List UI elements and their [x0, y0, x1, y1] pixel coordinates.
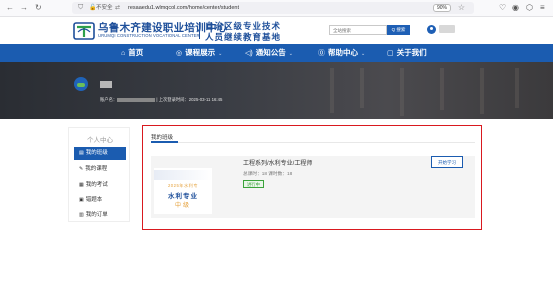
nav-about-label: 关于我们: [396, 48, 427, 57]
header-divider: [199, 22, 200, 39]
address-bar[interactable]: ⛉ 🔓 不安全 ⇄ resaaedu1.wlmqcol.com/home/cen…: [72, 2, 474, 14]
sidebar-item-my-exams[interactable]: ▦ 我的考试: [74, 179, 126, 192]
tab-my-class[interactable]: 我的班级: [151, 133, 173, 141]
insecure-label[interactable]: 不安全: [96, 2, 113, 14]
thumbnail-level: 中级: [174, 203, 191, 209]
sidebar-item-my-class[interactable]: ▤ 我的班级: [74, 147, 126, 160]
bookshelf-decoration: [440, 68, 444, 110]
sidebar-item-my-courses[interactable]: ✎ 我的课程: [74, 163, 126, 176]
home-icon: ⌂: [121, 50, 126, 57]
profile-banner: 账户名： | 上次登录时间：2025-03-11 16:45: [0, 62, 553, 119]
courses-icon: ✎: [79, 166, 84, 172]
sidebar-title: 个人中心: [87, 137, 113, 144]
course-name[interactable]: 工程系列/水利专业/工程师: [243, 158, 312, 167]
search-input[interactable]: [329, 25, 387, 35]
user-name-redacted[interactable]: [439, 25, 455, 33]
nav-courses[interactable]: ◎ 课程展示 ⌄: [176, 44, 222, 62]
nav-notices-label: 通知公告: [255, 48, 286, 57]
sidebar-item-label: 我的班级: [85, 150, 108, 156]
start-learning-button[interactable]: 开始学习: [431, 156, 463, 168]
account-info: 账户名： | 上次登录时间：2025-03-11 16:45: [100, 97, 222, 103]
menu-icon[interactable]: ≡: [540, 2, 545, 14]
main-navigation: ⌂ 首页 ◎ 课程展示 ⌄ ◁) 通知公告 ⌄ ⓪ 帮助中心 ⌄ ▢ 关于我们: [0, 44, 553, 62]
extensions-icon[interactable]: ⬡: [526, 2, 533, 14]
back-arrow-icon[interactable]: ←: [6, 2, 14, 14]
shield-icon[interactable]: ⛉: [78, 2, 83, 14]
nav-notices[interactable]: ◁) 通知公告 ⌄: [245, 44, 293, 62]
thumbnail-decoration: [154, 170, 212, 180]
courses-icon: ◎: [176, 50, 183, 57]
account-icon[interactable]: ◉: [512, 2, 519, 14]
slogan-line-2: 人员继续教育基地: [205, 32, 282, 42]
nav-home-label: 首页: [128, 48, 144, 57]
last-login: | 上次登录时间：2025-03-11 16:45: [156, 97, 223, 102]
star-icon[interactable]: ☆: [458, 2, 465, 14]
bookshelf-decoration: [400, 68, 404, 116]
personal-center-sidebar: 个人中心 ▤ 我的班级 ✎ 我的课程 ▦ 我的考试 ▣ 错题本 ▥ 我的订单: [68, 127, 130, 222]
permissions-icon[interactable]: ⇄: [115, 2, 120, 14]
my-class-panel: 我的班级 2025年水利专 水利专业 中级 工程系列/水利专业/工程师 总课时：…: [142, 125, 482, 230]
org-logo-icon[interactable]: [73, 20, 95, 41]
class-icon: ▤: [79, 150, 84, 156]
sidebar-item-my-orders[interactable]: ▥ 我的订单: [74, 209, 126, 222]
site-header: 乌鲁木齐建设职业培训中心 URUMQI CONSTRUCTION VOCATIO…: [0, 17, 553, 44]
course-hours: 总课时：18 课时数：18: [243, 171, 293, 176]
avatar: [74, 77, 88, 91]
thumbnail-year: 2025年水利专: [167, 183, 199, 188]
browser-toolbar: ← → ↻ ⛉ 🔓 不安全 ⇄ resaaedu1.wlmqcol.com/ho…: [0, 0, 553, 17]
exam-icon: ▦: [79, 182, 84, 188]
chevron-down-icon: ⌄: [288, 51, 293, 57]
tab-divider: [151, 142, 475, 143]
bookshelf-decoration: [480, 68, 484, 114]
status-badge: 进行中: [243, 180, 264, 188]
nav-courses-label: 课程展示: [185, 48, 216, 57]
bookshelf-decoration: [330, 68, 334, 113]
sidebar-item-label: 我的考试: [85, 182, 108, 188]
zoom-level[interactable]: 90%: [432, 4, 451, 12]
sidebar-item-wrong-answers[interactable]: ▣ 错题本: [74, 194, 126, 207]
orders-icon: ▥: [79, 212, 84, 218]
nav-help[interactable]: ⓪ 帮助中心 ⌄: [318, 44, 365, 62]
forward-arrow-icon[interactable]: →: [20, 2, 28, 14]
megaphone-icon: ◁): [245, 50, 253, 57]
pocket-icon[interactable]: ♡: [499, 2, 506, 14]
chevron-down-icon: ⌄: [361, 51, 366, 57]
notebook-icon: ▣: [79, 197, 84, 203]
search-button[interactable]: Q 搜索: [387, 25, 410, 35]
thumbnail-major: 水利专业: [168, 193, 198, 200]
nav-help-label: 帮助中心: [328, 48, 358, 57]
user-avatar-icon[interactable]: [427, 25, 436, 34]
course-thumbnail[interactable]: 2025年水利专 水利专业 中级: [154, 168, 212, 214]
chevron-down-icon: ⌄: [218, 51, 223, 57]
banner-user-name-redacted: [100, 81, 112, 88]
org-name-en: URUMQI CONSTRUCTION VOCATIONAL CENTER: [98, 33, 200, 38]
sidebar-item-label: 错题本: [85, 197, 103, 203]
nav-home[interactable]: ⌂ 首页: [121, 44, 143, 62]
bookshelf-decoration: [360, 68, 364, 108]
url-text[interactable]: resaaedu1.wlmqcol.com/home/center/studen…: [128, 2, 239, 14]
sidebar-item-label: 我的订单: [85, 212, 108, 218]
about-icon: ▢: [387, 50, 394, 57]
active-tab-indicator: [151, 141, 178, 143]
account-name-redacted: [117, 97, 156, 102]
nav-about[interactable]: ▢ 关于我们: [387, 44, 427, 62]
reload-icon[interactable]: ↻: [35, 2, 42, 14]
course-card[interactable]: 2025年水利专 水利专业 中级: [151, 156, 475, 218]
bookshelf-decoration: [515, 68, 519, 108]
account-label: 账户名：: [100, 97, 118, 102]
sidebar-item-label: 我的课程: [85, 166, 108, 172]
help-icon: ⓪: [318, 50, 325, 57]
